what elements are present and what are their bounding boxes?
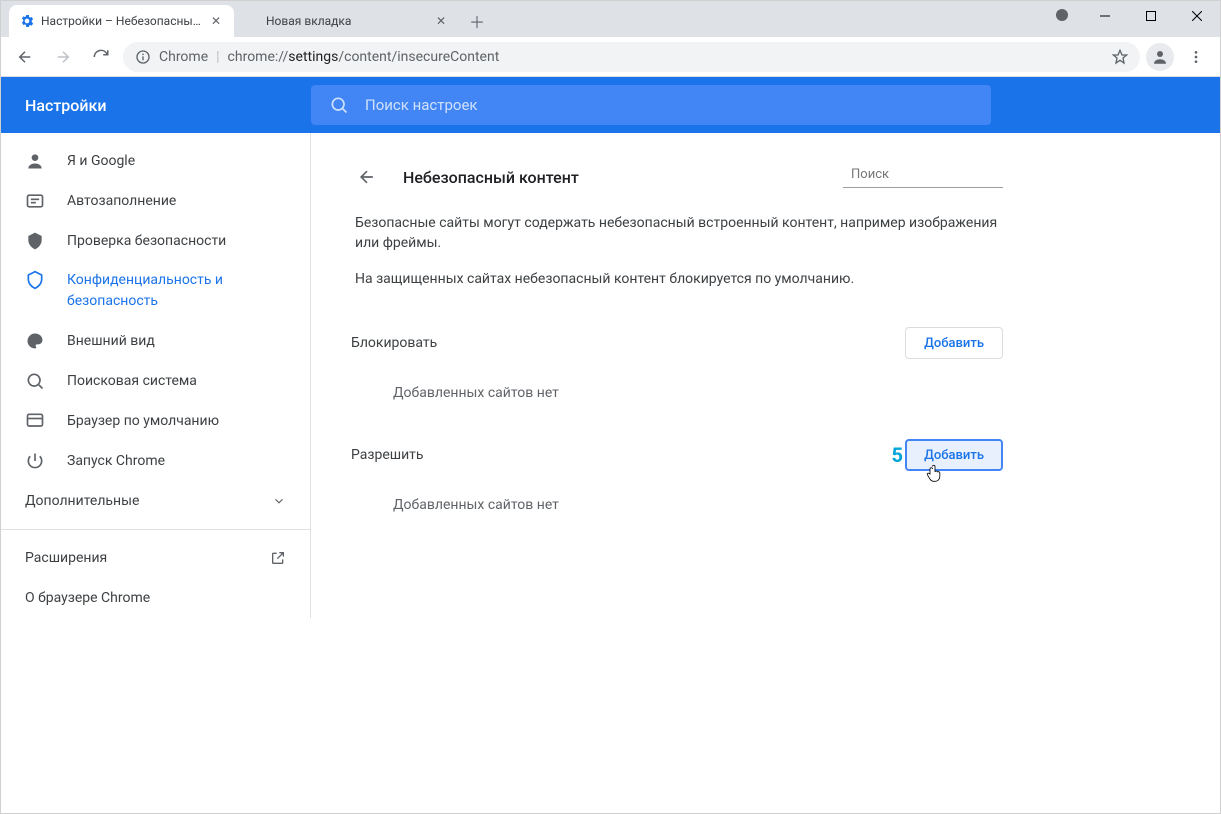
sidebar-item-label: Поисковая система — [67, 373, 197, 389]
settings-sidebar: Я и Google Автозаполнение Проверка безоп… — [1, 133, 311, 618]
address-bar: Chrome | chrome://settings/content/insec… — [1, 37, 1220, 77]
sidebar-item-appearance[interactable]: Внешний вид — [1, 321, 310, 361]
omnibox[interactable]: Chrome | chrome://settings/content/insec… — [123, 42, 1140, 72]
window-titlebar: Настройки – Небезопасный контент ✕ Новая… — [1, 1, 1220, 37]
bookmark-star-icon[interactable] — [1112, 49, 1128, 65]
forward-button[interactable] — [47, 41, 79, 73]
sidebar-item-label: Автозаполнение — [67, 193, 176, 209]
new-tab-button[interactable]: ＋ — [463, 7, 491, 35]
search-icon — [25, 371, 45, 391]
url-text: chrome://settings/content/insecureConten… — [228, 49, 500, 65]
allow-label: Разрешить — [351, 447, 424, 463]
panel-header: Небезопасный контент — [351, 153, 1003, 201]
sidebar-item-autofill[interactable]: Автозаполнение — [1, 181, 310, 221]
sidebar-item-privacy-security[interactable]: Конфиденциальность и безопасность — [1, 261, 310, 321]
sidebar-item-label: Запуск Chrome — [67, 453, 165, 469]
shield-check-icon — [25, 231, 45, 251]
allow-section: Разрешить 5 Добавить Добавленных сайтов … — [351, 439, 1003, 513]
window-minimize-button[interactable] — [1082, 1, 1128, 31]
insecure-content-panel: Небезопасный контент Безопасные сайты мо… — [351, 133, 1031, 618]
block-section: Блокировать Добавить Добавленных сайтов … — [351, 327, 1003, 401]
blank-favicon — [244, 13, 260, 29]
advanced-label: Дополнительные — [25, 493, 139, 509]
window-maximize-button[interactable] — [1128, 1, 1174, 31]
window-close-button[interactable] — [1174, 1, 1220, 31]
panel-search-input[interactable] — [851, 167, 1017, 182]
block-add-button[interactable]: Добавить — [905, 327, 1003, 359]
settings-gear-icon — [19, 13, 35, 29]
sidebar-item-default-browser[interactable]: Браузер по умолчанию — [1, 401, 310, 441]
panel-search[interactable] — [843, 167, 1003, 188]
back-button[interactable] — [9, 41, 41, 73]
person-icon — [25, 151, 45, 171]
window-controls — [1056, 1, 1220, 37]
block-empty-text: Добавленных сайтов нет — [351, 359, 1003, 401]
block-label: Блокировать — [351, 335, 437, 351]
panel-title: Небезопасный контент — [403, 168, 579, 187]
reload-button[interactable] — [85, 41, 117, 73]
profile-avatar-button[interactable] — [1146, 43, 1174, 71]
extensions-label: Расширения — [25, 550, 107, 566]
search-icon — [329, 95, 349, 115]
sidebar-item-label: Проверка безопасности — [67, 233, 226, 249]
settings-search-input[interactable] — [365, 96, 973, 114]
tab-title: Новая вкладка — [266, 14, 427, 28]
autofill-icon — [25, 191, 45, 211]
browser-tab[interactable]: Новая вкладка ✕ — [234, 5, 459, 37]
url-scheme: Chrome — [159, 49, 208, 65]
sidebar-advanced-toggle[interactable]: Дополнительные — [1, 481, 310, 521]
about-label: О браузере Chrome — [25, 590, 150, 606]
sidebar-item-label: Я и Google — [67, 153, 135, 169]
step-callout-5: 5 — [892, 443, 903, 467]
sidebar-item-label: Внешний вид — [67, 333, 155, 349]
palette-icon — [25, 331, 45, 351]
panel-description-1: Безопасные сайты могут содержать небезоп… — [351, 201, 1003, 253]
external-link-icon — [270, 550, 286, 566]
allow-add-button[interactable]: Добавить — [905, 439, 1003, 471]
sidebar-item-label: Браузер по умолчанию — [67, 413, 219, 429]
sidebar-divider — [1, 529, 310, 530]
settings-title: Настройки — [25, 96, 106, 115]
sidebar-item-search-engine[interactable]: Поисковая система — [1, 361, 310, 401]
browser-menu-button[interactable] — [1180, 41, 1212, 73]
allow-empty-text: Добавленных сайтов нет — [351, 471, 1003, 513]
panel-back-button[interactable] — [351, 161, 383, 193]
sidebar-item-you-and-google[interactable]: Я и Google — [1, 141, 310, 181]
shield-icon — [25, 270, 45, 290]
power-icon — [25, 451, 45, 471]
sidebar-item-safety-check[interactable]: Проверка безопасности — [1, 221, 310, 261]
sidebar-extensions-link[interactable]: Расширения — [1, 538, 310, 578]
sidebar-about-link[interactable]: О браузере Chrome — [1, 578, 310, 618]
settings-main: Небезопасный контент Безопасные сайты мо… — [311, 133, 1220, 618]
tab-close-button[interactable]: ✕ — [208, 13, 224, 29]
tab-close-button[interactable]: ✕ — [433, 13, 449, 29]
url-separator: | — [216, 49, 219, 65]
browser-icon — [25, 411, 45, 431]
settings-search-box[interactable] — [311, 85, 991, 125]
tab-title: Настройки – Небезопасный контент — [41, 14, 202, 28]
tab-strip: Настройки – Небезопасный контент ✕ Новая… — [1, 1, 1056, 37]
sidebar-item-on-startup[interactable]: Запуск Chrome — [1, 441, 310, 481]
settings-header: Настройки Я и Google Автозаполнение Пров… — [1, 77, 1220, 618]
browser-tab[interactable]: Настройки – Небезопасный контент ✕ — [9, 5, 234, 37]
sidebar-item-label: Конфиденциальность и безопасность — [67, 270, 310, 312]
panel-description-2: На защищенных сайтах небезопасный контен… — [351, 253, 1003, 289]
chevron-down-icon — [272, 494, 286, 508]
site-info-icon[interactable] — [135, 49, 151, 65]
account-circle-icon[interactable] — [1056, 9, 1068, 21]
